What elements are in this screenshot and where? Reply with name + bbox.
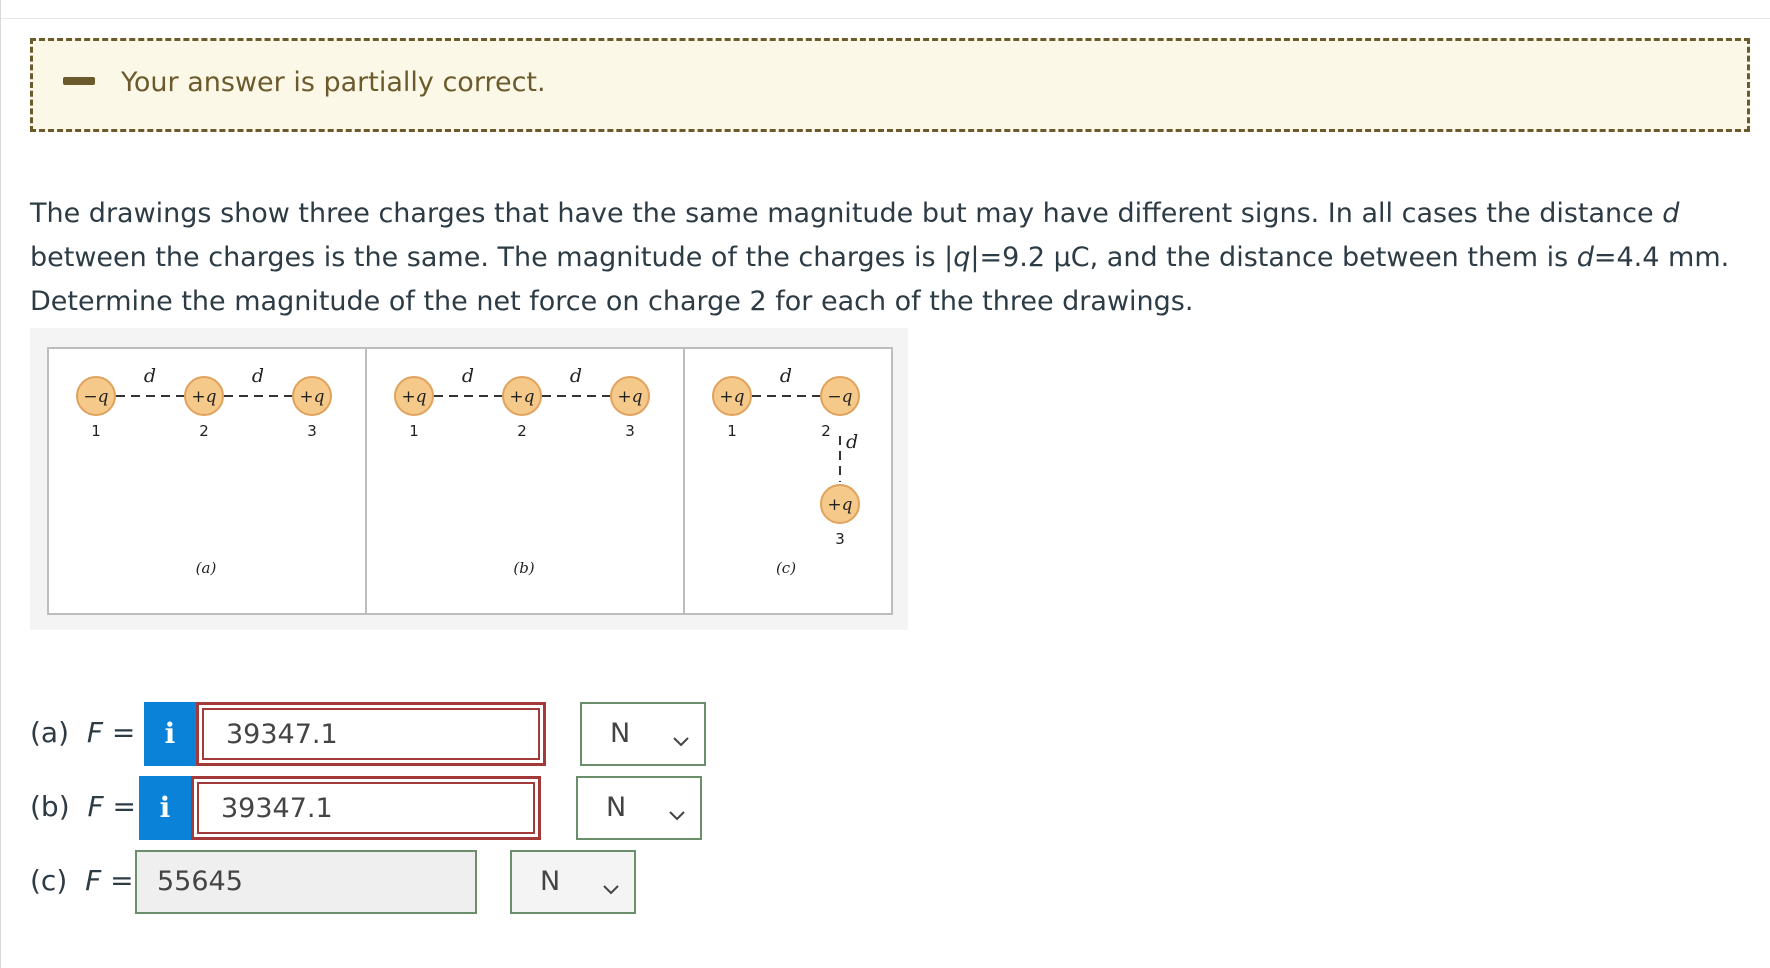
question-line-2-text-c: =4.4 mm. [1593, 242, 1730, 273]
question-line-2-text-a: between the charges is the same. The mag… [30, 242, 954, 273]
answer-label-b: (b) F = [30, 790, 136, 823]
charge-number-label: 1 [409, 422, 419, 440]
question-text: The drawings show three charges that hav… [30, 192, 1750, 324]
charge-var: q [953, 242, 971, 273]
answer-label-a: (a) F = [30, 716, 136, 749]
left-divider [0, 0, 1, 968]
unit-select-c[interactable]: N [510, 850, 636, 914]
chevron-down-icon [668, 798, 686, 829]
charge-sign-label: +q [719, 387, 744, 407]
panel-caption: (c) [776, 559, 796, 577]
panel-caption: (a) [196, 559, 217, 577]
distance-var: d [1662, 198, 1680, 229]
distance-var-2: d [1576, 242, 1594, 273]
unit-value-c: N [540, 866, 561, 897]
distance-label: d [846, 431, 858, 453]
chevron-down-icon [672, 724, 690, 755]
info-button[interactable]: i [139, 776, 191, 840]
distance-label: d [252, 365, 264, 387]
question-line-1: The drawings show three charges that hav… [30, 192, 1750, 236]
charge-sign-label: +q [191, 387, 216, 407]
question-line-3: Determine the magnitude of the net force… [30, 286, 1194, 317]
charge-number-label: 3 [625, 422, 635, 440]
charge-sign-label: −q [827, 387, 852, 407]
answer-input-a[interactable]: 39347.1 [196, 702, 546, 766]
charge-number-label: 3 [835, 530, 845, 548]
charge-sign-label: −q [83, 387, 108, 407]
question-line-2-text-b: |=9.2 μC, and the distance between them … [970, 242, 1577, 273]
charge-sign-label: +q [617, 387, 642, 407]
charges-diagram: (a) d d −q 1 +q 2 +q 3 (b) d d +q 1 +q 2 +q 3 (c) d d +q 1 −q 2 +… [47, 347, 893, 615]
answer-label-c: (c) F = [30, 864, 134, 897]
feedback-message: Your answer is partially correct. [121, 67, 546, 98]
question-line-1-text: The drawings show three charges that hav… [30, 198, 1663, 229]
charge-number-label: 3 [307, 422, 317, 440]
unit-select-a[interactable]: N [580, 702, 706, 766]
question-line-2: between the charges is the same. The mag… [30, 236, 1750, 280]
answer-input-b[interactable]: 39347.1 [191, 776, 541, 840]
chevron-down-icon [602, 872, 620, 903]
unit-value-a: N [610, 718, 631, 749]
distance-label: d [462, 365, 474, 387]
charge-sign-label: +q [827, 495, 852, 515]
top-divider [0, 18, 1770, 19]
unit-value-b: N [606, 792, 627, 823]
charge-number-label: 2 [517, 422, 527, 440]
charges-figure: (a) d d −q 1 +q 2 +q 3 (b) d d +q 1 +q 2 +q 3 (c) d d +q 1 −q 2 +… [30, 328, 908, 630]
charge-sign-label: +q [509, 387, 534, 407]
charge-number-label: 1 [91, 422, 101, 440]
unit-select-b[interactable]: N [576, 776, 702, 840]
charge-sign-label: +q [401, 387, 426, 407]
charge-number-label: 2 [199, 422, 209, 440]
charge-sign-label: +q [299, 387, 324, 407]
info-button[interactable]: i [144, 702, 196, 766]
panel-caption: (b) [513, 559, 534, 577]
answer-value-b[interactable]: 39347.1 [197, 782, 535, 834]
answer-input-c[interactable]: 55645 [135, 850, 477, 914]
distance-label: d [780, 365, 792, 387]
charge-number-label: 2 [821, 422, 831, 440]
distance-label: d [570, 365, 582, 387]
feedback-banner: Your answer is partially correct. [30, 38, 1750, 132]
partial-indicator-icon [63, 77, 95, 85]
distance-label: d [144, 365, 156, 387]
charge-number-label: 1 [727, 422, 737, 440]
answer-value-a[interactable]: 39347.1 [202, 708, 540, 760]
